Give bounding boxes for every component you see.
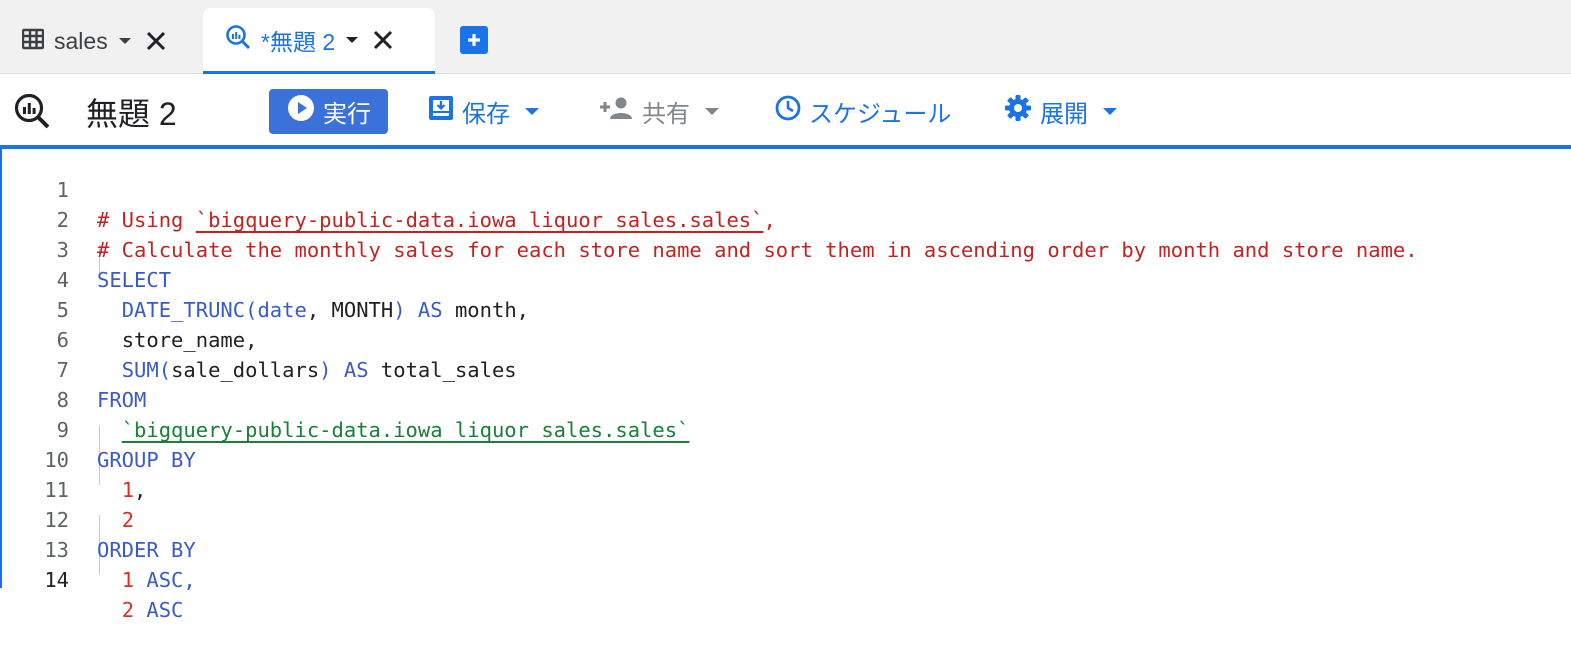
- query-icon: [13, 92, 51, 135]
- page-title: 無題 2: [86, 96, 177, 132]
- caret-down-icon[interactable]: [345, 36, 359, 44]
- run-button-label: 実行: [323, 101, 371, 128]
- deploy-button-label: 展開: [1040, 101, 1088, 128]
- caret-down-icon[interactable]: [118, 37, 132, 45]
- query-icon: [225, 24, 251, 55]
- tab-bar: sales *無題 2: [0, 0, 1571, 74]
- close-icon[interactable]: [146, 31, 166, 51]
- deploy-button[interactable]: 展開: [1004, 89, 1118, 134]
- tab-sales[interactable]: sales: [0, 8, 200, 74]
- caret-down-icon: [1102, 107, 1118, 116]
- table-icon: [21, 28, 45, 55]
- code-line: 3 SELECT: [2, 205, 1571, 292]
- sql-number: 1: [121, 568, 135, 592]
- sql-number: 2: [121, 598, 135, 622]
- code-line: 5 store_name,: [2, 265, 1571, 352]
- code-line: 8 `bigquery-public-data.iowa_liquor_sale…: [2, 355, 1571, 442]
- code-line: 13 1 ASC,: [2, 505, 1571, 592]
- save-icon: [428, 95, 454, 128]
- code-line: 12 ORDER BY: [2, 475, 1571, 562]
- share-button-label: 共有: [642, 101, 690, 128]
- run-button[interactable]: 実行: [269, 89, 388, 134]
- code-line: 10 1,: [2, 415, 1571, 502]
- tab-untitled-query[interactable]: *無題 2: [203, 8, 435, 74]
- clock-icon: [775, 95, 801, 128]
- tab-sales-label: sales: [54, 27, 108, 54]
- code-line-active: 14 2 ASC: [2, 535, 1571, 622]
- add-tab-icon[interactable]: [460, 26, 488, 54]
- add-person-icon: [600, 96, 634, 127]
- play-icon: [287, 94, 315, 129]
- code-line: 1 # Using `bigquery-public-data.iowa_liq…: [2, 145, 1571, 232]
- sql-keyword: ASC: [134, 598, 184, 622]
- schedule-button[interactable]: スケジュール: [775, 89, 951, 134]
- code-line: 11 2: [2, 445, 1571, 532]
- code-line: 9 GROUP BY: [2, 385, 1571, 472]
- share-button[interactable]: 共有: [600, 89, 720, 134]
- code-line: 7 FROM: [2, 325, 1571, 412]
- code-line: 2 # Calculate the monthly sales for each…: [2, 175, 1571, 262]
- query-toolbar: 無題 2 実行 保存 共有 スケジュール 展開: [0, 75, 1571, 149]
- caret-down-icon: [704, 107, 720, 116]
- sql-editor[interactable]: 1 # Using `bigquery-public-data.iowa_liq…: [0, 149, 1571, 622]
- code-line: 6 SUM(sale_dollars) AS total_sales: [2, 295, 1571, 382]
- caret-down-icon: [524, 107, 540, 116]
- save-button-label: 保存: [462, 101, 510, 128]
- close-icon[interactable]: [373, 30, 393, 50]
- tab-query-label: *無題 2: [261, 28, 336, 55]
- schedule-button-label: スケジュール: [809, 101, 952, 128]
- gear-icon: [1004, 94, 1032, 129]
- code-line: 4 DATE_TRUNC(date, MONTH) AS month,: [2, 235, 1571, 322]
- save-button[interactable]: 保存: [428, 89, 540, 134]
- sql-keyword: ASC,: [134, 568, 196, 592]
- line-number: 14: [44, 568, 69, 592]
